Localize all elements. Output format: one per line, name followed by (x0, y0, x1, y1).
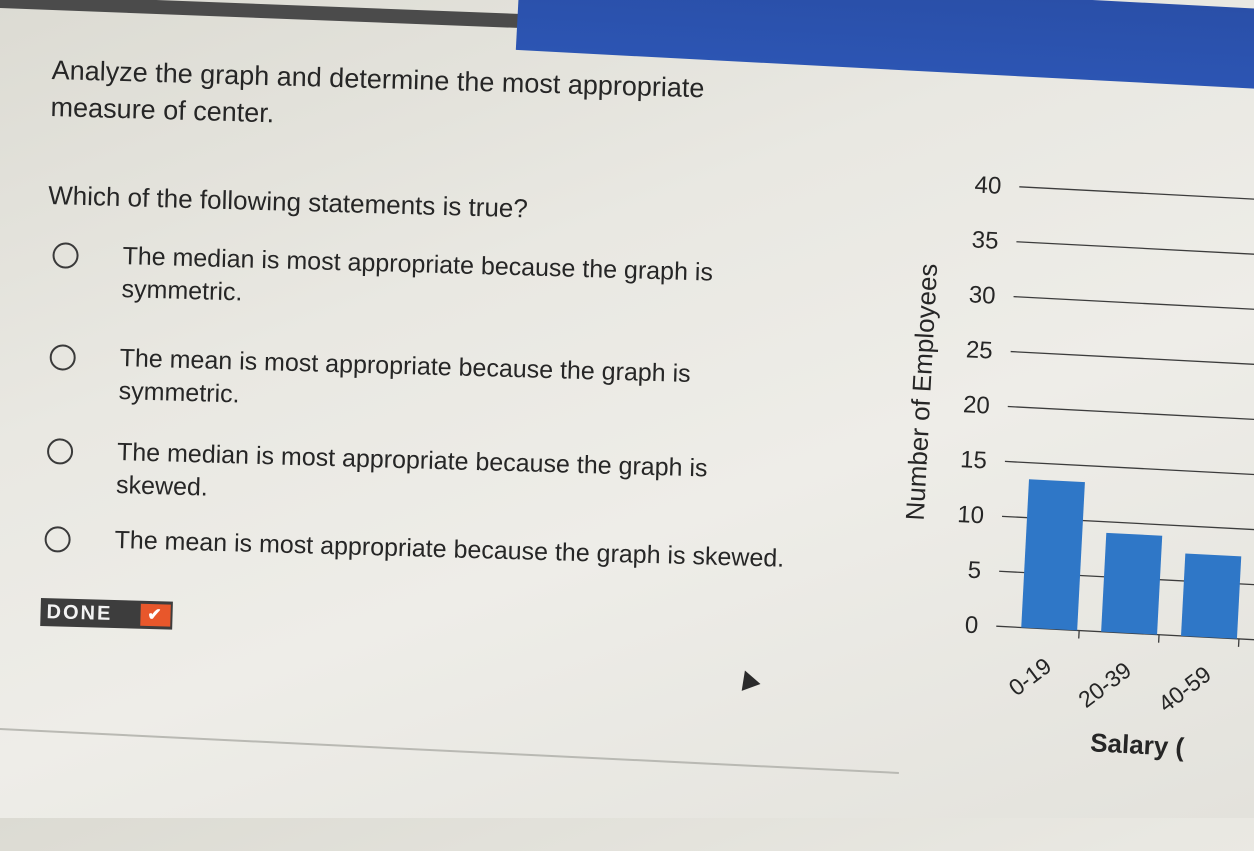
done-button[interactable]: DONE ✔ (40, 598, 173, 630)
option-label: The mean is most appropriate because the… (118, 342, 800, 427)
y-tick-label: 40 (974, 171, 1002, 199)
y-tick-label: 30 (968, 281, 996, 309)
answer-option-4[interactable]: The mean is most appropriate because the… (45, 522, 805, 543)
x-tick-label: 0-19 (1004, 652, 1056, 700)
y-tick-label: 35 (971, 226, 999, 254)
y-tick-label: 10 (957, 501, 985, 529)
gridline (1008, 406, 1254, 421)
radio-button[interactable] (44, 526, 71, 553)
bar (1181, 553, 1241, 638)
x-tick-label: 40-59 (1153, 661, 1216, 717)
bar (1021, 479, 1085, 630)
y-tick-label: 25 (965, 336, 993, 364)
y-tick-label: 5 (967, 557, 982, 585)
bar (1101, 533, 1162, 635)
salary-histogram: 05101520253035400-1920-3940-5960-Number … (870, 150, 1254, 800)
gridline (1005, 461, 1254, 476)
answer-option-3[interactable]: The median is most appropriate because t… (48, 434, 808, 455)
x-axis-label: Salary ( (1090, 727, 1186, 762)
radio-button[interactable] (49, 344, 76, 371)
question-prompt: Which of the following statements is tru… (48, 180, 528, 224)
checkmark-icon: ✔ (140, 604, 171, 627)
page-title: Analyze the graph and determine the most… (50, 52, 772, 146)
option-label: The median is most appropriate because t… (121, 240, 803, 325)
x-tick-label: 20-39 (1073, 657, 1136, 713)
gridline (1014, 297, 1254, 312)
y-axis-label: Number of Employees (900, 263, 943, 521)
radio-button[interactable] (47, 438, 74, 465)
option-label: The mean is most appropriate because the… (114, 524, 795, 576)
y-tick-label: 0 (964, 612, 979, 640)
y-tick-label: 20 (962, 391, 990, 419)
option-label: The median is most appropriate because t… (116, 436, 798, 521)
answer-option-2[interactable]: The mean is most appropriate because the… (50, 340, 810, 361)
answer-option-1[interactable]: The median is most appropriate because t… (53, 238, 813, 259)
gridline (1016, 242, 1254, 257)
done-button-label: DONE (46, 601, 112, 626)
gridline (1011, 352, 1254, 367)
gridline (1019, 187, 1254, 202)
radio-button[interactable] (52, 242, 79, 269)
y-tick-label: 15 (960, 446, 988, 474)
